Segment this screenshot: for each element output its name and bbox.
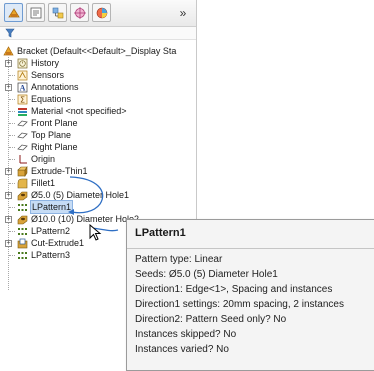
tree-branch-line [9,99,15,100]
hole-icon [17,214,28,225]
tree-item-annotations[interactable]: A Annotations [17,81,79,93]
tree-branch-line [9,207,15,208]
tree-branch-line [9,123,15,124]
tree-root-label: Bracket (Default<<Default>_Display Sta [17,46,177,56]
tooltip-divider [127,248,374,249]
extrude-icon [17,165,28,177]
cut-extrude-icon [17,238,28,249]
tooltip-title: LPattern1 [135,227,186,239]
tooltip-line-direction1-settings: Direction1 settings: 20mm spacing, 2 ins… [135,299,344,310]
tree-item-label: History [31,58,60,68]
configuration-manager-icon [52,7,63,18]
hole-icon [17,190,28,201]
property-manager-icon [30,7,41,18]
tree-item-hole1[interactable]: Ø5.0 (5) Diameter Hole1 [17,189,129,201]
tree-branch-line [9,231,15,232]
filter-bar [0,27,196,40]
svg-text:Σ: Σ [20,95,25,104]
tree-branch-line [9,111,15,112]
dimxpert-manager-tab[interactable] [70,3,89,22]
material-icon [17,106,28,117]
svg-text:A: A [20,83,26,92]
mouse-pointer-icon [89,224,102,241]
tree-branch-line [9,75,15,76]
plane-icon [17,130,28,141]
tooltip-line-direction2: Direction2: Pattern Seed only? No [135,314,287,325]
feature-manager-icon [7,7,20,17]
tooltip-line-instances-skipped: Instances skipped? No [135,329,237,340]
tree-item-label: LPattern2 [31,226,71,236]
tree-item-fillet1[interactable]: Fillet1 [17,177,55,189]
tree-item-lpattern2[interactable]: LPattern2 [17,225,70,237]
tree-item-label: Ø5.0 (5) Diameter Hole1 [31,190,130,200]
tree-root[interactable]: Bracket (Default<<Default>_Display Sta [3,45,176,57]
tree-item-label: Front Plane [31,118,78,128]
expand-history-toggle[interactable]: + [5,60,12,67]
tree-item-cut-extrude1[interactable]: Cut-Extrude1 [17,237,84,249]
expand-cut-extrude1-toggle[interactable]: + [5,240,12,247]
part-icon [3,45,14,57]
tooltip-line-seeds: Seeds: Ø5.0 (5) Diameter Hole1 [135,269,278,280]
fillet-icon [17,178,28,189]
tree-item-label: Material <not specified> [31,106,127,116]
expand-annotations-toggle[interactable]: + [5,84,12,91]
tree-item-label: LPattern3 [31,250,71,260]
dimxpert-manager-icon [73,6,86,19]
manager-toolbar: » [0,0,196,27]
annotations-icon: A [17,82,28,93]
tree-item-label: Ø10.0 (10) Diameter Hole2 [31,214,140,224]
plane-icon [17,118,28,129]
plane-icon [17,142,28,153]
tree-item-lpattern3[interactable]: LPattern3 [17,249,70,261]
tree-item-label: Annotations [31,82,79,92]
tree-item-label: Right Plane [31,142,78,152]
linear-pattern-icon [17,250,28,261]
expand-hole2-toggle[interactable]: + [5,216,12,223]
tree-item-material[interactable]: Material <not specified> [17,105,127,117]
tree-item-lpattern1[interactable]: LPattern1 [17,200,74,214]
tree-item-hole2[interactable]: Ø10.0 (10) Diameter Hole2 [17,213,139,225]
equations-icon: Σ [17,94,28,105]
tree-item-top-plane[interactable]: Top Plane [17,129,71,141]
configuration-manager-tab[interactable] [48,3,67,22]
tree-item-label: LPattern1 [29,200,74,214]
tree-item-history[interactable]: History [17,57,59,69]
tree-item-label: Origin [31,154,56,164]
tree-branch-line [9,147,15,148]
display-manager-tab[interactable] [92,3,111,22]
tree-item-label: Extrude-Thin1 [31,166,88,176]
tooltip-line-pattern-type: Pattern type: Linear [135,254,223,265]
feature-manager-tab[interactable] [4,3,23,22]
origin-icon [17,154,28,165]
tree-item-label: Sensors [31,70,65,80]
linear-pattern-icon [17,202,28,213]
history-icon [17,58,28,69]
tree-item-extrude-thin1[interactable]: Extrude-Thin1 [17,165,88,177]
tree-branch-line [9,135,15,136]
tree-item-label: Equations [31,94,72,104]
feature-tooltip: LPattern1 Pattern type: Linear Seeds: Ø5… [126,219,374,371]
tree-item-right-plane[interactable]: Right Plane [17,141,78,153]
expand-tabs-button[interactable]: » [176,6,190,20]
expand-extrude-thin1-toggle[interactable]: + [5,168,12,175]
tooltip-line-instances-varied: Instances varied? No [135,344,229,355]
linear-pattern-icon [17,226,28,237]
tree-item-label: Cut-Extrude1 [31,238,85,248]
tree-branch-line [9,255,15,256]
sensors-icon [17,70,28,81]
tree-item-sensors[interactable]: Sensors [17,69,64,81]
tree-item-origin[interactable]: Origin [17,153,55,165]
tree-item-front-plane[interactable]: Front Plane [17,117,78,129]
expand-hole1-toggle[interactable]: + [5,192,12,199]
tree-item-label: Top Plane [31,130,72,140]
display-manager-icon [96,7,107,18]
tree-item-equations[interactable]: Σ Equations [17,93,71,105]
tooltip-line-direction1: Direction1: Edge<1>, Spacing and instanc… [135,284,333,295]
tree-branch-line [9,159,15,160]
tree-branch-line [9,183,15,184]
property-manager-tab[interactable] [26,3,45,22]
filter-icon[interactable] [5,28,15,38]
tree-item-label: Fillet1 [31,178,56,188]
